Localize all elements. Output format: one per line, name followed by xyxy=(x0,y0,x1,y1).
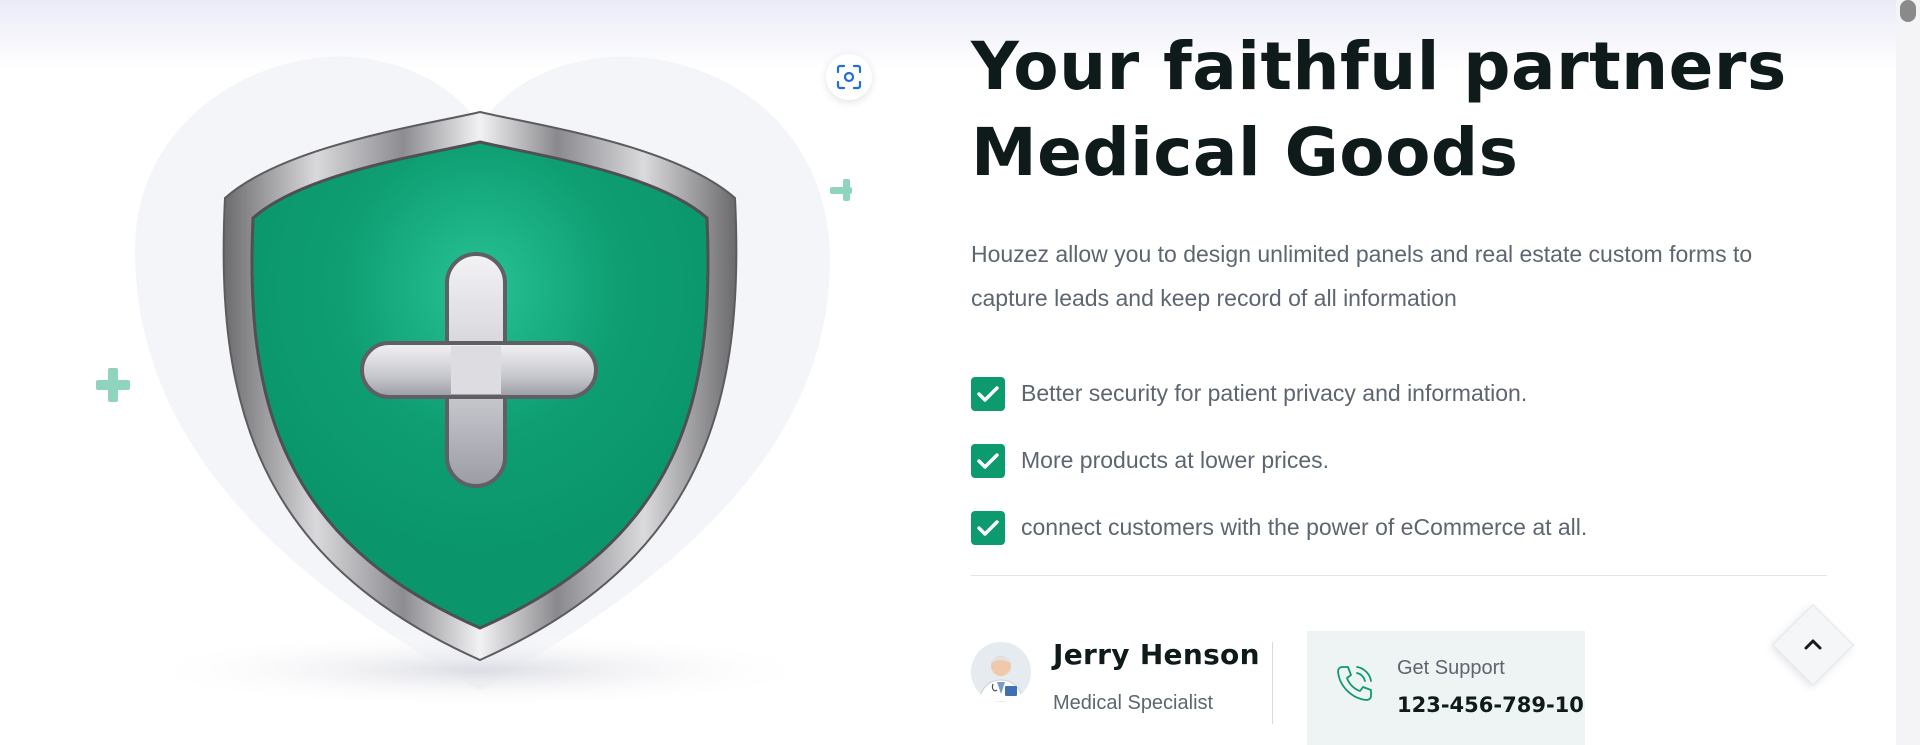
doctor-avatar xyxy=(971,642,1031,702)
check-icon xyxy=(971,443,1005,478)
author-name: Jerry Henson xyxy=(1053,638,1260,671)
feature-text: connect customers with the power of eCom… xyxy=(1021,514,1588,540)
phone-icon xyxy=(1337,666,1372,701)
feature-text: More products at lower prices. xyxy=(1021,447,1330,473)
check-icon xyxy=(971,510,1005,545)
feature-item: More products at lower prices. xyxy=(971,427,1831,494)
scan-button[interactable] xyxy=(826,54,872,100)
plus-icon xyxy=(96,368,130,402)
title-line-1: Your faithful partners xyxy=(971,28,1787,105)
support-label: Get Support xyxy=(1397,657,1505,679)
vertical-divider xyxy=(1272,642,1273,724)
get-support-box[interactable]: Get Support 123-456-789-10 xyxy=(1307,631,1585,745)
feature-item: Better security for patient privacy and … xyxy=(971,360,1831,427)
page-title: Your faithful partners Medical Goods xyxy=(971,24,1831,196)
title-line-2: Medical Goods xyxy=(971,114,1519,191)
feature-item: connect customers with the power of eCom… xyxy=(971,494,1831,561)
page: Your faithful partners Medical Goods Hou… xyxy=(0,0,1920,745)
feature-list: Better security for patient privacy and … xyxy=(971,360,1831,561)
scan-icon xyxy=(836,64,862,90)
scrollbar[interactable] xyxy=(1896,0,1920,745)
hero-description: Houzez allow you to design unlimited pan… xyxy=(971,241,1753,311)
back-to-top-button[interactable] xyxy=(1771,603,1855,687)
feature-text: Better security for patient privacy and … xyxy=(1021,380,1528,406)
hero-content: Your faithful partners Medical Goods Hou… xyxy=(971,24,1831,576)
plus-icon xyxy=(830,179,852,201)
check-icon xyxy=(971,376,1005,411)
support-phone-number[interactable]: 123-456-789-10 xyxy=(1397,693,1584,717)
section-divider xyxy=(971,575,1827,576)
author-role: Medical Specialist xyxy=(1053,692,1214,714)
scrollbar-thumb[interactable] xyxy=(1900,0,1916,22)
shield-illustration xyxy=(95,50,855,710)
